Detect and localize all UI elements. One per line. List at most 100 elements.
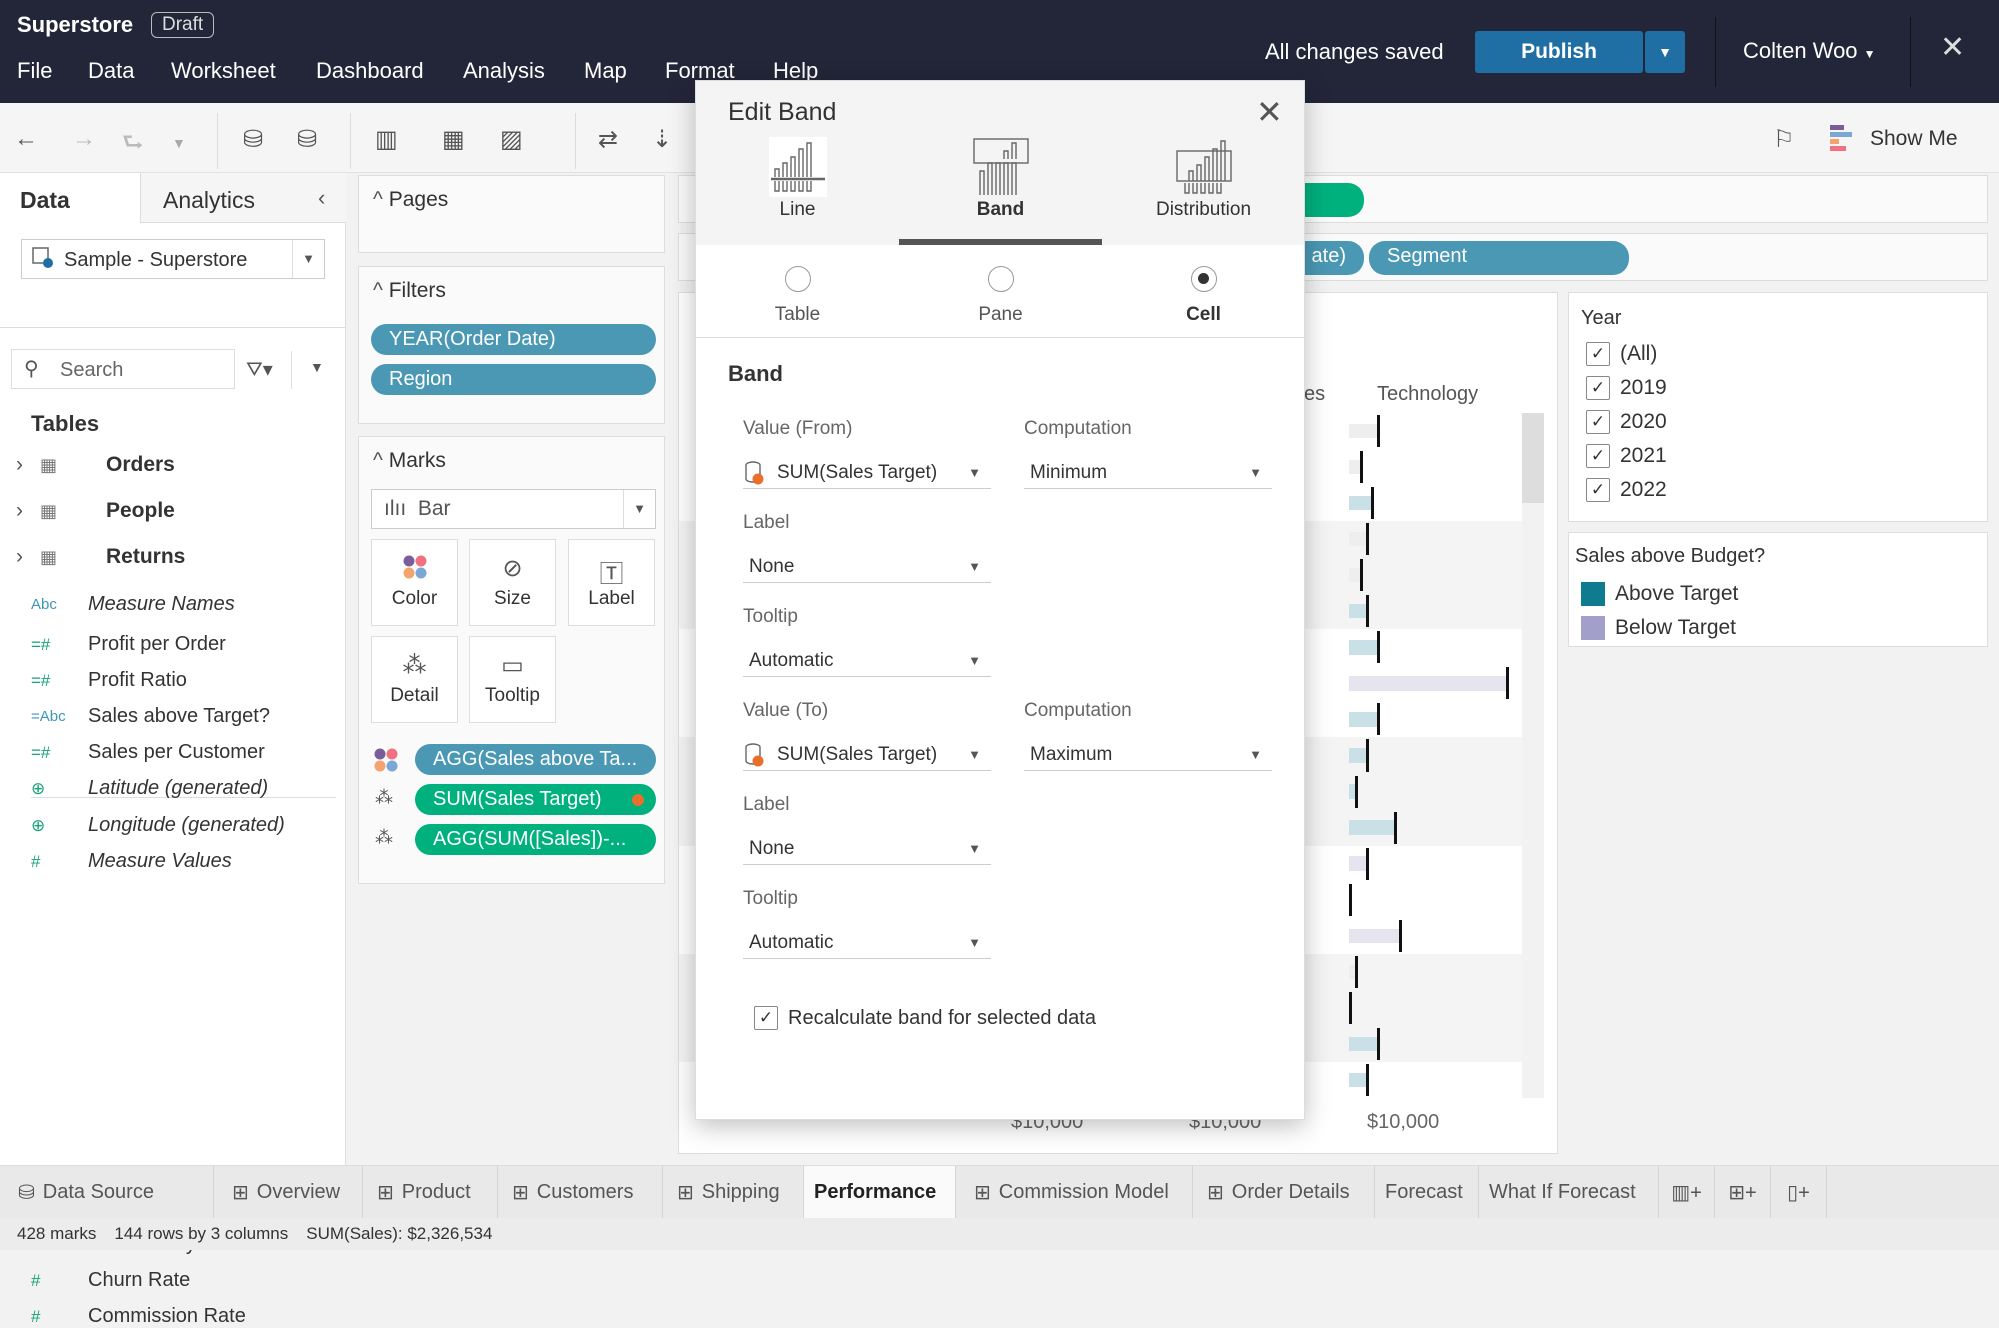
show-me-icon[interactable] — [1830, 125, 1852, 151]
filter-pill[interactable]: Region — [371, 364, 656, 395]
menu-file[interactable]: File — [17, 58, 52, 84]
target-line-mark[interactable] — [1371, 487, 1375, 520]
legend-item[interactable]: Above Target — [1581, 577, 1738, 611]
menu-map[interactable]: Map — [584, 58, 627, 84]
computation-to-select[interactable]: Maximum ▼ — [1024, 733, 1272, 771]
bar-mark[interactable] — [1349, 856, 1366, 871]
checkbox-checked-icon[interactable]: ✓ — [1586, 410, 1610, 434]
field-item[interactable]: ⊕ Longitude (generated) — [31, 814, 285, 837]
sheet-tab[interactable]: ⊞ Order Details — [1193, 1166, 1375, 1218]
target-line-mark[interactable] — [1360, 559, 1364, 592]
checkbox-checked-icon[interactable]: ✓ — [1586, 478, 1610, 502]
target-line-mark[interactable] — [1365, 1063, 1369, 1096]
year-option[interactable]: ✓ (All) — [1586, 337, 1667, 371]
parameter-item[interactable]: # Churn Rate — [31, 1269, 190, 1292]
sheet-tab[interactable]: What If Forecast — [1479, 1166, 1659, 1218]
scope-radio-cell[interactable]: Cell — [1102, 266, 1305, 326]
target-line-mark[interactable] — [1399, 919, 1403, 952]
tab-band[interactable]: Band — [899, 137, 1102, 245]
bar-mark[interactable] — [1349, 748, 1366, 763]
tab-data[interactable]: Data — [0, 173, 140, 223]
bar-mark[interactable] — [1349, 604, 1366, 619]
bar-mark[interactable] — [1349, 712, 1377, 727]
field-item[interactable]: =Abc Sales above Target? — [31, 705, 270, 728]
target-line-mark[interactable] — [1354, 955, 1358, 988]
undo-icon[interactable]: ← — [14, 125, 38, 153]
radio-unselected-icon[interactable] — [784, 266, 811, 292]
target-line-mark[interactable] — [1377, 703, 1380, 736]
menu-dashboard[interactable]: Dashboard — [316, 58, 424, 84]
label-from-select[interactable]: None ▼ — [743, 545, 991, 583]
marks-card-header[interactable]: ^ Marks — [373, 449, 446, 473]
target-line-mark[interactable] — [1360, 451, 1364, 484]
recalculate-checkbox[interactable]: ✓ Recalculate band for selected data — [754, 1006, 1096, 1030]
scrollbar-track[interactable] — [1522, 413, 1544, 1098]
parameter-item[interactable]: # Commission Rate — [31, 1305, 246, 1328]
new-worksheet-button[interactable]: ▥+ — [1659, 1166, 1715, 1218]
marks-detail-button[interactable]: ⁂ Detail — [371, 636, 458, 723]
tab-line[interactable]: Line — [696, 137, 899, 245]
target-line-mark[interactable] — [1365, 523, 1369, 556]
replay-icon[interactable]: ⮑ — [122, 125, 144, 166]
duplicate-sheet-icon[interactable]: ▦ — [442, 125, 465, 154]
search-input[interactable]: ⚲ Search — [11, 349, 235, 389]
redo-icon[interactable]: → — [72, 125, 96, 153]
marks-size-button[interactable]: ⊘ Size — [469, 539, 556, 626]
value-from-select[interactable]: SUM(Sales Target) ▼ — [743, 451, 991, 489]
new-data-source-icon[interactable]: ⛁ — [243, 125, 263, 154]
data-source-select[interactable]: Sample - Superstore ▼ — [21, 239, 325, 279]
show-me-button[interactable]: Show Me — [1870, 127, 1958, 151]
checkbox-checked-icon[interactable]: ✓ — [1586, 342, 1610, 366]
checkbox-checked-icon[interactable]: ✓ — [754, 1006, 778, 1030]
table-returns[interactable]: › ▦ Returns — [16, 545, 185, 569]
filter-pill[interactable]: YEAR(Order Date) — [371, 324, 656, 355]
tab-distribution[interactable]: Distribution — [1102, 137, 1305, 245]
scope-radio-table[interactable]: Table — [696, 266, 899, 326]
bar-mark[interactable] — [1349, 676, 1506, 691]
tab-analytics[interactable]: Analytics — [140, 173, 346, 223]
checkbox-checked-icon[interactable]: ✓ — [1586, 376, 1610, 400]
target-line-mark[interactable] — [1377, 415, 1380, 448]
sort-ascending-icon[interactable]: ⇣ — [652, 125, 672, 154]
checkbox-checked-icon[interactable]: ✓ — [1586, 444, 1610, 468]
target-line-mark[interactable] — [1354, 775, 1358, 808]
tab-data-source[interactable]: ⛁ Data Source — [0, 1166, 214, 1218]
sheet-tab[interactable]: ⊞ Shipping — [663, 1166, 804, 1218]
scrollbar-thumb[interactable] — [1522, 413, 1544, 503]
filter-fields-icon[interactable]: ⛛▾ — [246, 357, 273, 382]
marks-pill-detail[interactable]: AGG(SUM([Sales])-... — [415, 824, 656, 855]
table-people[interactable]: › ▦ People — [16, 499, 175, 523]
bar-mark[interactable] — [1349, 459, 1361, 475]
pages-card-header[interactable]: ^ Pages — [373, 188, 448, 212]
target-line-mark[interactable] — [1349, 883, 1352, 916]
marks-tooltip-button[interactable]: ▭ Tooltip — [469, 636, 556, 723]
field-item[interactable]: =# Sales per Customer — [31, 741, 265, 764]
field-item[interactable]: =# Profit per Order — [31, 633, 226, 656]
tooltip-to-select[interactable]: Automatic ▼ — [743, 921, 991, 959]
marks-color-button[interactable]: Color — [371, 539, 458, 626]
clear-sheet-icon[interactable]: ▨ — [500, 125, 523, 154]
collapse-pane-icon[interactable]: ‹ — [318, 185, 325, 211]
pause-updates-icon[interactable]: ⛁ — [297, 125, 317, 154]
new-story-button[interactable]: ▯+ — [1771, 1166, 1827, 1218]
year-option[interactable]: ✓ 2022 — [1586, 473, 1667, 507]
presentation-mode-icon[interactable]: ⚐ — [1773, 125, 1795, 154]
close-icon[interactable]: ✕ — [1940, 30, 1965, 65]
marks-pill-color[interactable]: AGG(Sales above Ta... — [415, 744, 656, 775]
bar-mark[interactable] — [1349, 1072, 1366, 1088]
sheet-tab[interactable]: ⊞ Overview — [218, 1166, 363, 1218]
swap-rows-columns-icon[interactable]: ⇄ — [598, 125, 618, 154]
rows-pill-segment[interactable]: Segment — [1369, 241, 1629, 275]
target-line-mark[interactable] — [1377, 631, 1380, 664]
replay-dropdown-icon[interactable]: ▼ — [172, 135, 186, 151]
bar-mark[interactable] — [1349, 495, 1372, 511]
sheet-tab[interactable]: ⊞ Customers — [498, 1166, 663, 1218]
caret-down-icon[interactable]: ▼ — [292, 240, 324, 278]
publish-dropdown-button[interactable]: ▼ — [1645, 31, 1685, 73]
bar-mark[interactable] — [1349, 820, 1394, 835]
sheet-tab[interactable]: ⊞ Product — [363, 1166, 498, 1218]
bar-mark[interactable] — [1349, 531, 1366, 547]
target-line-mark[interactable] — [1365, 595, 1369, 628]
label-to-select[interactable]: None ▼ — [743, 827, 991, 865]
radio-selected-icon[interactable] — [1190, 266, 1217, 292]
